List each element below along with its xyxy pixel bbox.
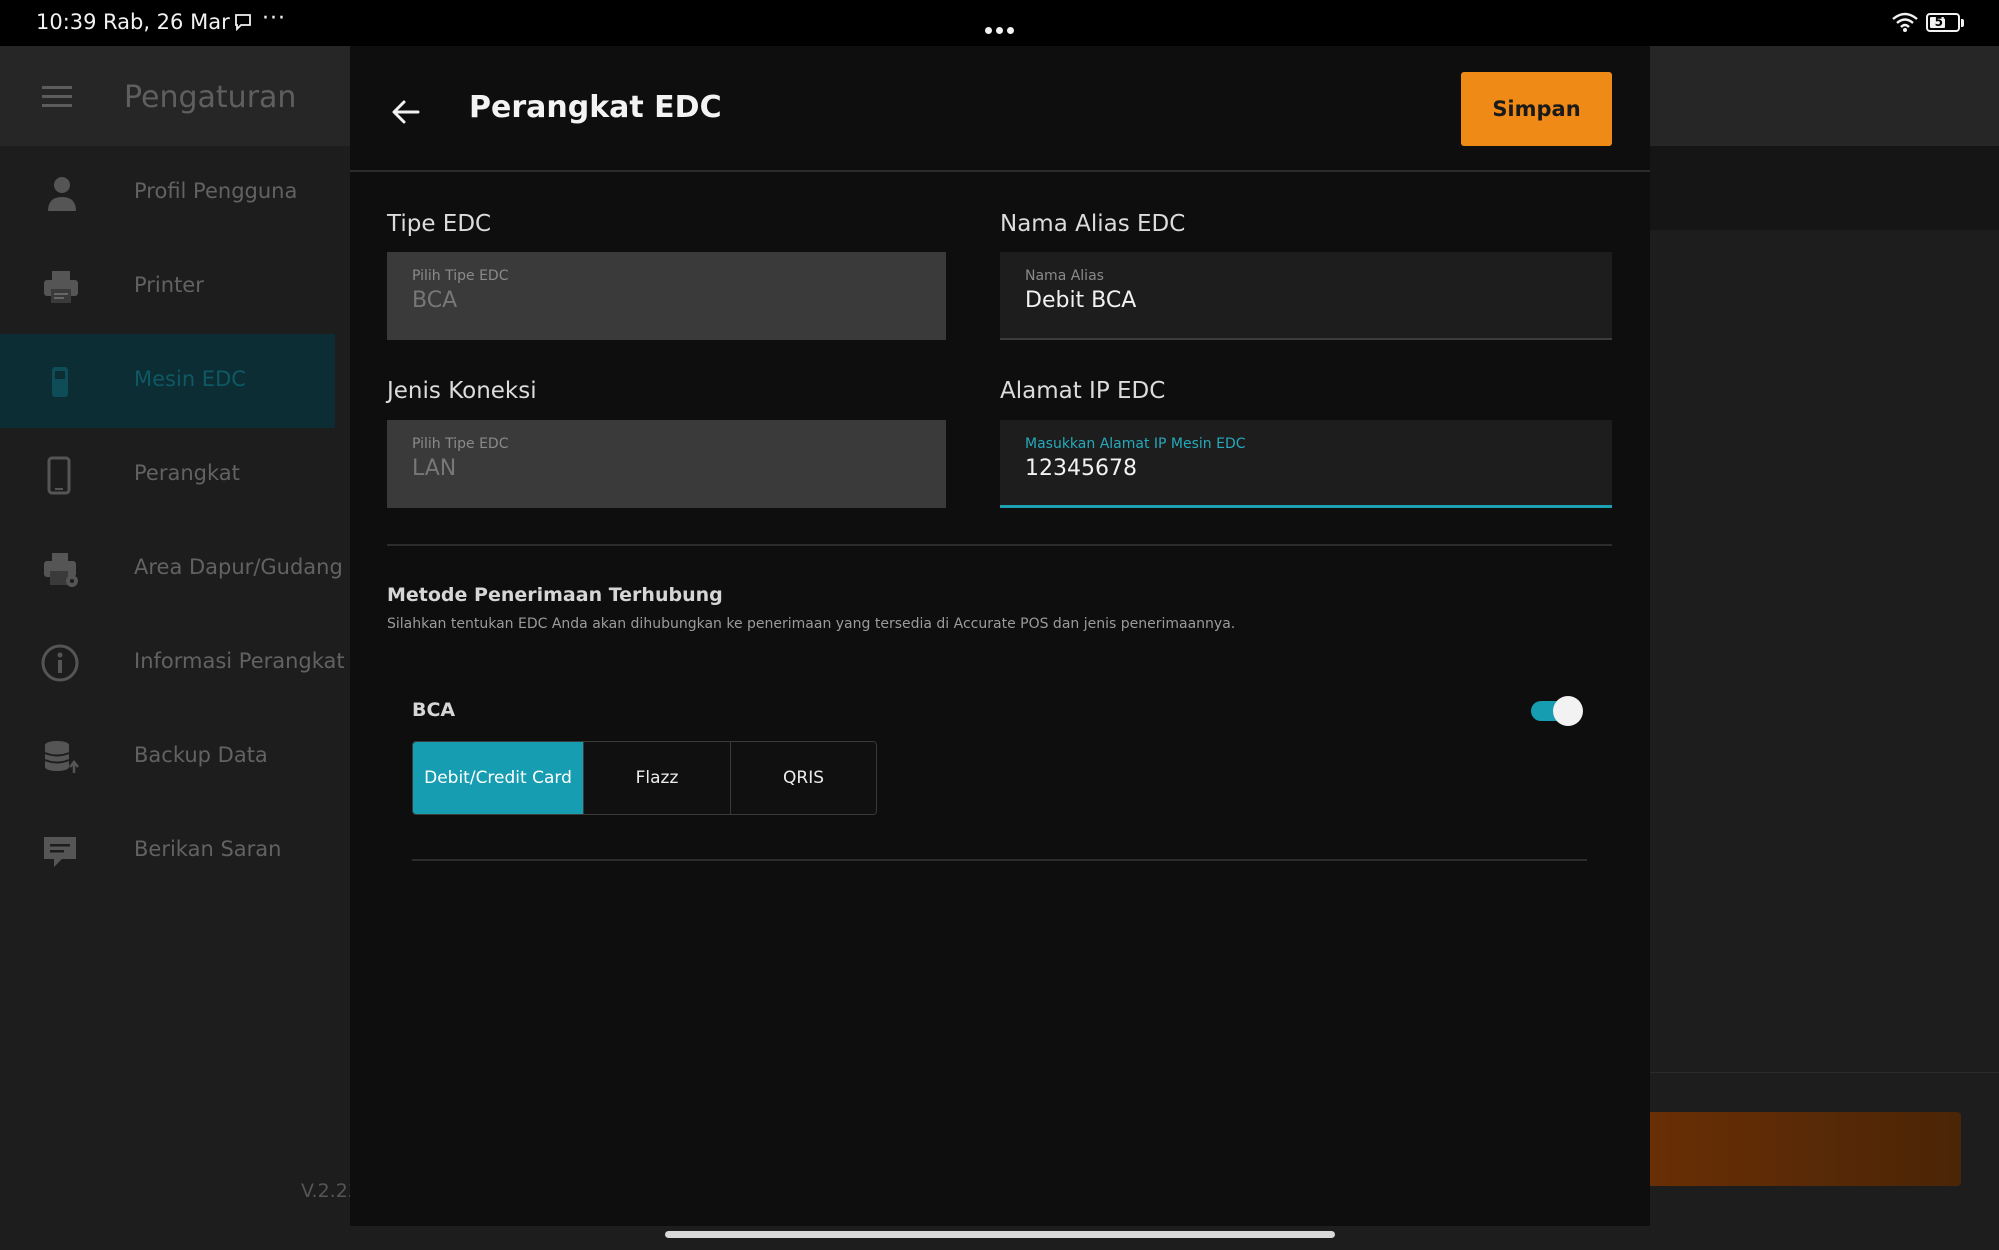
sidebar-item-label: Perangkat: [134, 461, 240, 485]
wifi-icon: [1892, 12, 1918, 36]
battery-percent: 57: [1934, 15, 1952, 29]
sidebar-item-label: Profil Pengguna: [134, 179, 298, 203]
alias-value: Debit BCA: [1025, 288, 1137, 313]
section-description: Silahkan tentukan EDC Anda akan dihubung…: [387, 616, 1236, 632]
database-icon: [40, 737, 80, 777]
dialog-header: Perangkat EDC Simpan: [350, 46, 1650, 172]
back-arrow-icon[interactable]: [388, 94, 424, 130]
message-icon: [234, 13, 252, 35]
bank-name: BCA: [412, 699, 456, 721]
method-qris[interactable]: QRIS: [731, 742, 876, 814]
status-bar: 10:39 Rab, 26 Mar ··· 57: [0, 0, 1999, 46]
kitchen-printer-icon: [40, 549, 80, 589]
sidebar-item-profil-pengguna[interactable]: Profil Pengguna: [0, 146, 335, 240]
screen: Pengaturan Profil Pengguna Printer Mesin…: [0, 0, 1999, 1250]
ip-address-value: 12345678: [1025, 456, 1137, 481]
edc-type-value: BCA: [412, 288, 458, 313]
multitask-dots-icon[interactable]: [983, 19, 1016, 38]
sidebar-item-label: Area Dapur/Gudang: [134, 555, 343, 579]
bank-enabled-toggle[interactable]: [1531, 696, 1583, 726]
background-action-button: [1640, 1112, 1961, 1186]
user-icon: [40, 173, 80, 213]
dialog-title: Perangkat EDC: [469, 90, 722, 125]
alias-field[interactable]: Nama Alias Debit BCA: [1000, 252, 1612, 340]
battery-icon: 57: [1926, 13, 1960, 32]
connection-type-hint: Pilih Tipe EDC: [412, 436, 509, 452]
section-divider: [387, 544, 1612, 546]
edc-type-select: Pilih Tipe EDC BCA: [387, 252, 946, 340]
status-date: Rab, 26 Mar: [103, 10, 230, 34]
sidebar-item-label: Informasi Perangkat: [134, 649, 345, 673]
method-flazz[interactable]: Flazz: [584, 742, 731, 814]
section-title: Metode Penerimaan Terhubung: [387, 584, 723, 606]
background-divider: [1650, 1072, 1999, 1073]
status-time: 10:39: [36, 10, 97, 34]
connection-type-value: LAN: [412, 456, 457, 481]
ip-address-title: Alamat IP EDC: [1000, 378, 1166, 404]
connection-type-title: Jenis Koneksi: [387, 378, 537, 404]
edc-type-hint: Pilih Tipe EDC: [412, 268, 509, 284]
hamburger-menu-icon[interactable]: [42, 86, 72, 112]
settings-sidebar: Profil Pengguna Printer Mesin EDC Perang…: [0, 146, 345, 898]
save-button[interactable]: Simpan: [1461, 72, 1612, 146]
method-debit-credit-card[interactable]: Debit/Credit Card: [413, 742, 584, 814]
edc-device-dialog: Perangkat EDC Simpan Tipe EDC Pilih Tipe…: [350, 46, 1650, 1226]
settings-title: Pengaturan: [124, 80, 297, 115]
battery-nub: [1961, 19, 1964, 27]
bank-divider: [412, 859, 1587, 861]
background-panel: [1650, 146, 1999, 230]
ip-address-field[interactable]: Masukkan Alamat IP Mesin EDC 12345678: [1000, 420, 1612, 508]
sidebar-item-label: Mesin EDC: [134, 367, 246, 391]
printer-icon: [40, 267, 80, 307]
home-indicator[interactable]: [665, 1231, 1335, 1238]
sidebar-item-label: Backup Data: [134, 743, 268, 767]
sidebar-item-mesin-edc[interactable]: Mesin EDC: [0, 334, 335, 428]
toggle-thumb: [1553, 696, 1583, 726]
info-icon: [40, 643, 80, 683]
edc-icon: [40, 361, 80, 401]
sidebar-item-label: Printer: [134, 273, 204, 297]
sidebar-item-area-dapur-gudang[interactable]: Area Dapur/Gudang: [0, 522, 343, 616]
alias-title: Nama Alias EDC: [1000, 211, 1186, 237]
alias-hint: Nama Alias: [1025, 268, 1104, 284]
sidebar-item-perangkat[interactable]: Perangkat: [0, 428, 335, 522]
phone-icon: [40, 455, 80, 495]
sidebar-item-informasi-perangkat[interactable]: Informasi Perangkat: [0, 616, 345, 710]
feedback-icon: [40, 831, 80, 871]
sidebar-item-label: Berikan Saran: [134, 837, 282, 861]
sidebar-item-backup-data[interactable]: Backup Data: [0, 710, 335, 804]
sidebar-item-berikan-saran[interactable]: Berikan Saran: [0, 804, 335, 898]
ip-address-hint: Masukkan Alamat IP Mesin EDC: [1025, 436, 1246, 452]
sidebar-item-printer[interactable]: Printer: [0, 240, 335, 334]
status-more-icon: ···: [262, 6, 286, 31]
edc-type-title: Tipe EDC: [387, 211, 492, 237]
payment-method-segmented-control: Debit/Credit Card Flazz QRIS: [412, 741, 877, 815]
connection-type-select: Pilih Tipe EDC LAN: [387, 420, 946, 508]
